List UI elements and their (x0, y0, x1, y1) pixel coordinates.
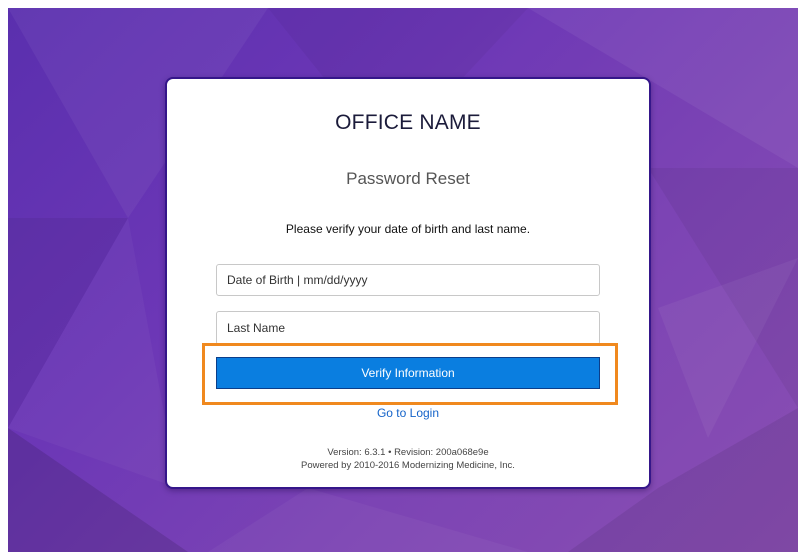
date-of-birth-input[interactable] (216, 264, 600, 296)
go-to-login-link-row: Go to Login (167, 406, 649, 420)
page-subtitle: Password Reset (346, 169, 470, 188)
instruction-text: Please verify your date of birth and las… (285, 222, 531, 236)
office-name-title: OFFICE NAME (335, 111, 481, 134)
last-name-input[interactable] (216, 311, 600, 345)
version-info: Version: 6.3.1 • Revision: 200a068e9e Po… (167, 446, 649, 472)
verify-information-button[interactable]: Verify Information (216, 357, 600, 389)
page-background: OFFICE NAME Password Reset Please verify… (0, 0, 798, 552)
powered-by-line: Powered by 2010-2016 Modernizing Medicin… (301, 460, 515, 471)
go-to-login-link[interactable]: Go to Login (377, 406, 439, 420)
version-line: Version: 6.3.1 • Revision: 200a068e9e (327, 447, 489, 458)
password-reset-card: OFFICE NAME Password Reset Please verify… (165, 77, 651, 489)
